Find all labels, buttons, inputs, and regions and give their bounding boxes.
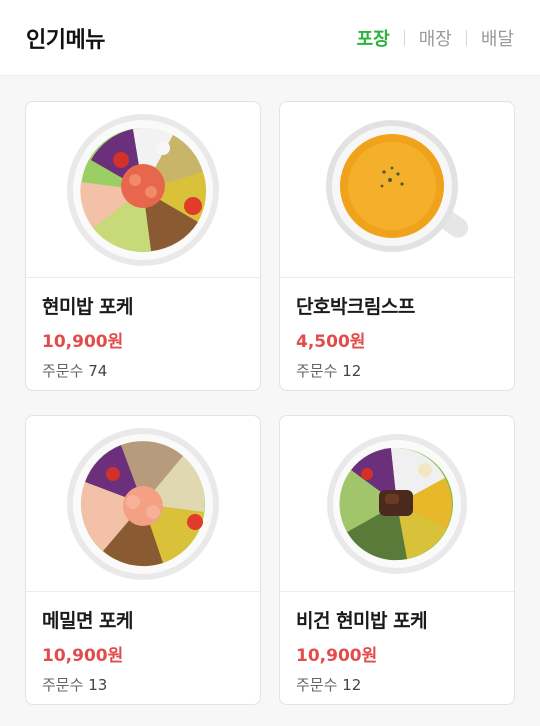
poke-bowl-icon — [327, 433, 467, 574]
menu-name: 비건 현미밥 포케 — [296, 610, 428, 632]
poke-bowl-icon — [67, 113, 219, 266]
menu-name: 단호박크림스프 — [296, 296, 415, 318]
order-count-value: 74 — [88, 362, 108, 380]
menu-card[interactable]: 현미밥 포케 10,900원 주문수 74 — [25, 101, 261, 391]
tab-takeout[interactable]: 포장 — [357, 25, 390, 51]
order-count-label: 주문수 — [42, 676, 84, 694]
menu-card[interactable]: 비건 현미밥 포케 10,900원 주문수 12 — [279, 415, 515, 705]
menu-price: 10,900원 — [42, 646, 124, 666]
tab-dine-in[interactable]: 매장 — [419, 25, 452, 51]
order-count-label: 주문수 — [42, 362, 84, 380]
order-count: 주문수 12 — [296, 674, 498, 695]
order-count-value: 12 — [342, 676, 362, 694]
poke-bowl-icon — [67, 427, 219, 580]
menu-price: 10,900원 — [42, 332, 124, 352]
order-type-tabs: 포장 매장 배달 — [357, 25, 514, 51]
menu-price: 10,900원 — [296, 646, 378, 666]
menu-name: 현미밥 포케 — [42, 296, 134, 318]
soup-cup-icon — [326, 119, 469, 252]
order-count: 주문수 12 — [296, 360, 498, 381]
menu-price: 4,500원 — [296, 332, 366, 352]
menu-card[interactable]: 메밀면 포케 10,900원 주문수 13 — [25, 415, 261, 705]
order-count-label: 주문수 — [296, 676, 338, 694]
menu-grid: 현미밥 포케 10,900원 주문수 74 단호박크림스프 4,500원 주문수… — [0, 76, 540, 705]
order-count: 주문수 13 — [42, 674, 244, 695]
menu-image — [280, 416, 514, 592]
menu-image — [26, 416, 260, 592]
menu-name: 메밀면 포케 — [42, 610, 134, 632]
order-count: 주문수 74 — [42, 360, 244, 381]
tab-delivery[interactable]: 배달 — [481, 25, 514, 51]
order-count-value: 12 — [342, 362, 362, 380]
tab-divider — [403, 29, 405, 46]
order-count-label: 주문수 — [296, 362, 338, 380]
header: 인기메뉴 포장 매장 배달 — [0, 0, 540, 76]
menu-image — [280, 102, 514, 278]
menu-card[interactable]: 단호박크림스프 4,500원 주문수 12 — [279, 101, 515, 391]
tab-divider — [465, 29, 467, 46]
page-title: 인기메뉴 — [26, 27, 105, 53]
order-count-value: 13 — [88, 676, 108, 694]
menu-image — [26, 102, 260, 278]
